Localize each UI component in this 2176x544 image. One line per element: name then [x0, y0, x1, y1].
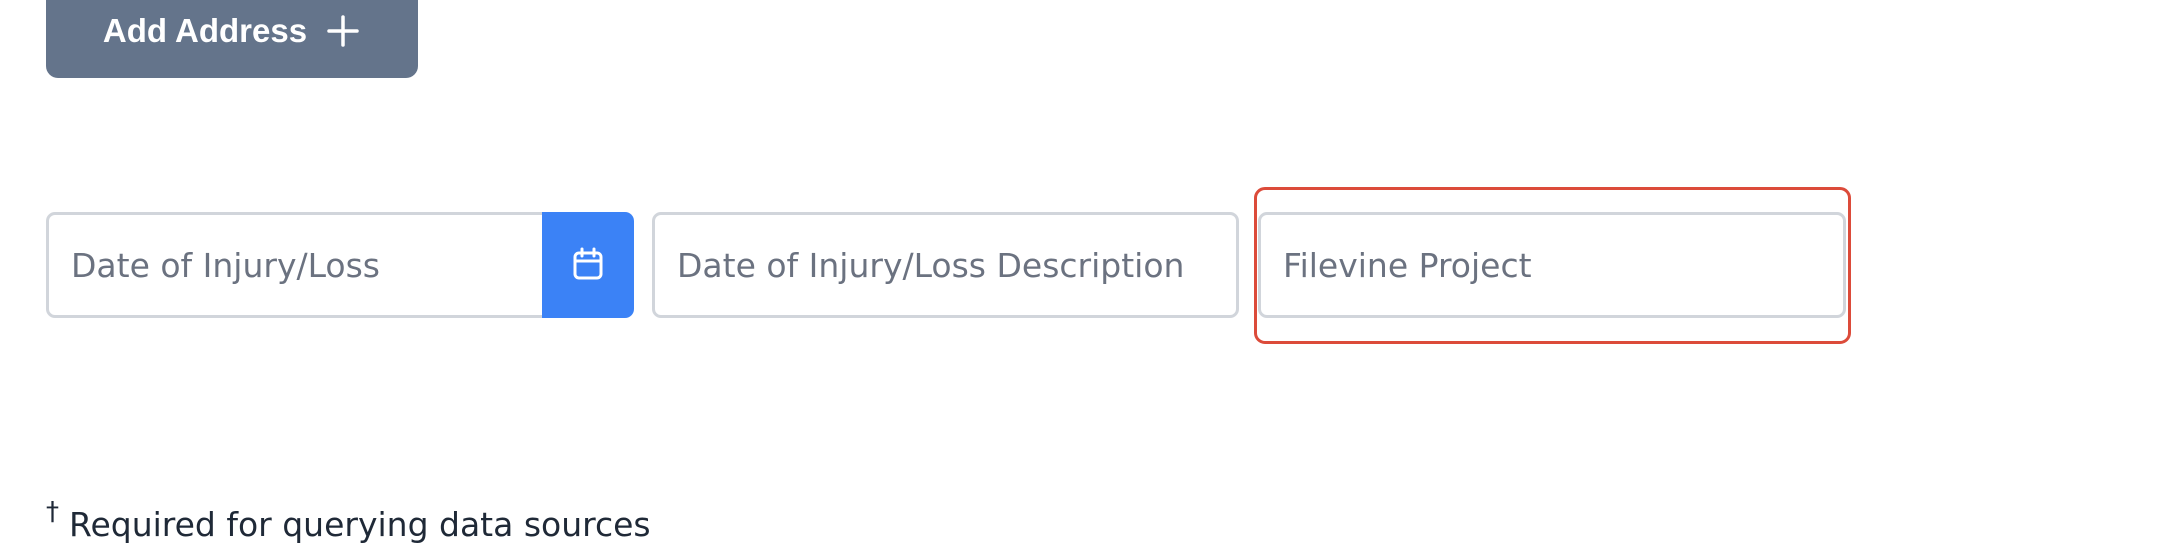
- calendar-icon: [572, 247, 604, 284]
- date-of-injury-input[interactable]: [49, 215, 543, 315]
- footnote-marker: †: [46, 497, 59, 527]
- date-description-field: [652, 212, 1239, 318]
- date-of-injury-field: [46, 212, 546, 318]
- add-address-button[interactable]: Add Address: [46, 0, 418, 78]
- footnote-text: Required for querying data sources: [69, 505, 651, 544]
- filevine-project-input[interactable]: [1261, 215, 1843, 315]
- calendar-button[interactable]: [542, 212, 634, 318]
- required-footnote: † Required for querying data sources: [46, 497, 651, 544]
- plus-icon: [325, 13, 361, 49]
- date-description-input[interactable]: [655, 215, 1236, 315]
- filevine-project-field: [1258, 212, 1846, 318]
- add-address-label: Add Address: [102, 12, 308, 49]
